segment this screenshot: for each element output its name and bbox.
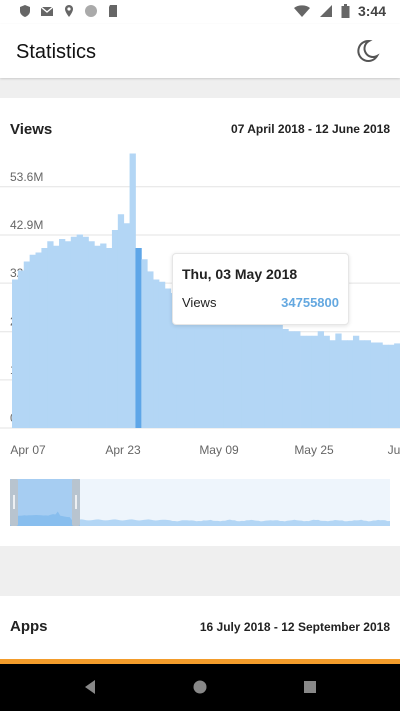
chart-bar-selected <box>135 248 142 428</box>
circle-icon <box>85 5 97 17</box>
chart-bar <box>282 329 289 428</box>
chart-bar <box>376 342 383 428</box>
y-tick-label: 42.9M <box>10 218 43 232</box>
views-card: Views 07 April 2018 - 12 June 2018 010.7… <box>0 98 400 546</box>
shield-icon <box>20 5 30 17</box>
chart-bar <box>264 320 272 428</box>
chart-bar <box>141 259 148 428</box>
chart-bar <box>223 317 230 428</box>
tooltip-value: 34755800 <box>281 295 339 310</box>
chart-bar <box>364 340 372 428</box>
chart-bar <box>276 320 283 428</box>
tooltip-label: Views <box>182 295 217 310</box>
x-tick-label: Apr 07 <box>10 443 46 457</box>
chart-bar <box>394 343 400 428</box>
chart-bar <box>194 308 201 428</box>
back-icon[interactable] <box>80 676 102 698</box>
chart-bar <box>288 331 295 428</box>
chart-bar <box>335 333 342 428</box>
navigator-window <box>10 479 80 526</box>
chart-bar <box>17 270 25 428</box>
chart-bar <box>358 340 366 428</box>
battery-icon <box>341 4 350 18</box>
moon-icon[interactable] <box>354 38 380 64</box>
chart-bar <box>258 322 266 428</box>
chart-bar <box>388 344 395 428</box>
chart-bar <box>305 335 313 428</box>
chart-bar <box>347 340 354 428</box>
chart-bar <box>164 288 172 428</box>
chart-tooltip: Thu, 03 May 2018 Views 34755800 <box>172 253 349 325</box>
chart-bar <box>217 320 225 428</box>
app-bar: Statistics <box>0 24 400 78</box>
chart-bar <box>241 324 248 428</box>
chart-bar <box>300 335 307 428</box>
location-icon <box>65 5 73 17</box>
tooltip-date: Thu, 03 May 2018 <box>182 266 298 282</box>
chart-bar <box>29 254 36 428</box>
chart-bar <box>76 234 83 428</box>
chart-bar <box>211 324 219 428</box>
nav-bar <box>0 664 400 711</box>
chart-bar <box>117 214 125 428</box>
chart-bar <box>270 317 277 428</box>
chart-bar <box>59 239 66 428</box>
chart-bar <box>70 236 78 428</box>
apps-card-header: Apps 16 July 2018 - 12 September 2018 <box>10 596 390 656</box>
clock: 3:44 <box>357 3 386 19</box>
chart-bar <box>311 335 319 428</box>
chart-bar <box>41 248 48 428</box>
recents-icon[interactable] <box>299 676 321 698</box>
y-tick-label: 53.6M <box>10 170 43 184</box>
chart-bar <box>111 230 119 428</box>
x-tick-label: May 25 <box>294 443 334 457</box>
chart-bar <box>317 331 324 428</box>
home-icon[interactable] <box>189 676 211 698</box>
chart-bar <box>235 322 242 428</box>
x-tick-label: Apr 23 <box>105 443 141 457</box>
x-tick-label: May 09 <box>199 443 239 457</box>
page-title: Statistics <box>16 41 97 63</box>
signal-icon <box>319 5 332 17</box>
chart-bar <box>12 279 19 428</box>
chart-bar <box>35 252 42 428</box>
chart-bar <box>94 245 101 428</box>
chart-bar <box>294 331 301 428</box>
x-tick-label: Ju <box>388 443 400 457</box>
chart-bar <box>64 241 72 428</box>
chart-bar <box>206 322 213 428</box>
chart-bar <box>253 323 260 428</box>
sd-card-icon <box>109 5 117 17</box>
chart-bar <box>229 322 236 428</box>
chart-bar <box>129 153 136 428</box>
chart-bar <box>153 279 160 428</box>
chart-bar <box>23 261 31 428</box>
apps-date-range: 16 July 2018 - 12 September 2018 <box>199 620 390 634</box>
chart-bar <box>329 340 336 428</box>
chart-bar <box>100 243 107 428</box>
chart-bar <box>341 340 348 428</box>
chart-bar <box>47 241 54 428</box>
chart-bar <box>323 335 330 428</box>
chart-bar <box>147 271 154 428</box>
status-bar: 3:44 <box>0 0 400 24</box>
chart-bar <box>370 342 377 428</box>
chart-bar <box>106 248 113 428</box>
wifi-icon <box>293 5 310 17</box>
chart-bar <box>53 245 60 428</box>
chart-bar <box>382 344 389 428</box>
chart-bar <box>200 313 207 428</box>
chart-bar <box>247 324 254 428</box>
apps-card: Apps 16 July 2018 - 12 September 2018 <box>0 596 400 660</box>
gmail-icon <box>40 6 54 16</box>
chart-bar <box>123 223 130 428</box>
apps-title: Apps <box>10 618 48 635</box>
chart-bar <box>158 281 166 428</box>
chart-bar <box>88 241 95 428</box>
chart-bar <box>352 335 360 428</box>
chart-bar <box>82 236 89 428</box>
